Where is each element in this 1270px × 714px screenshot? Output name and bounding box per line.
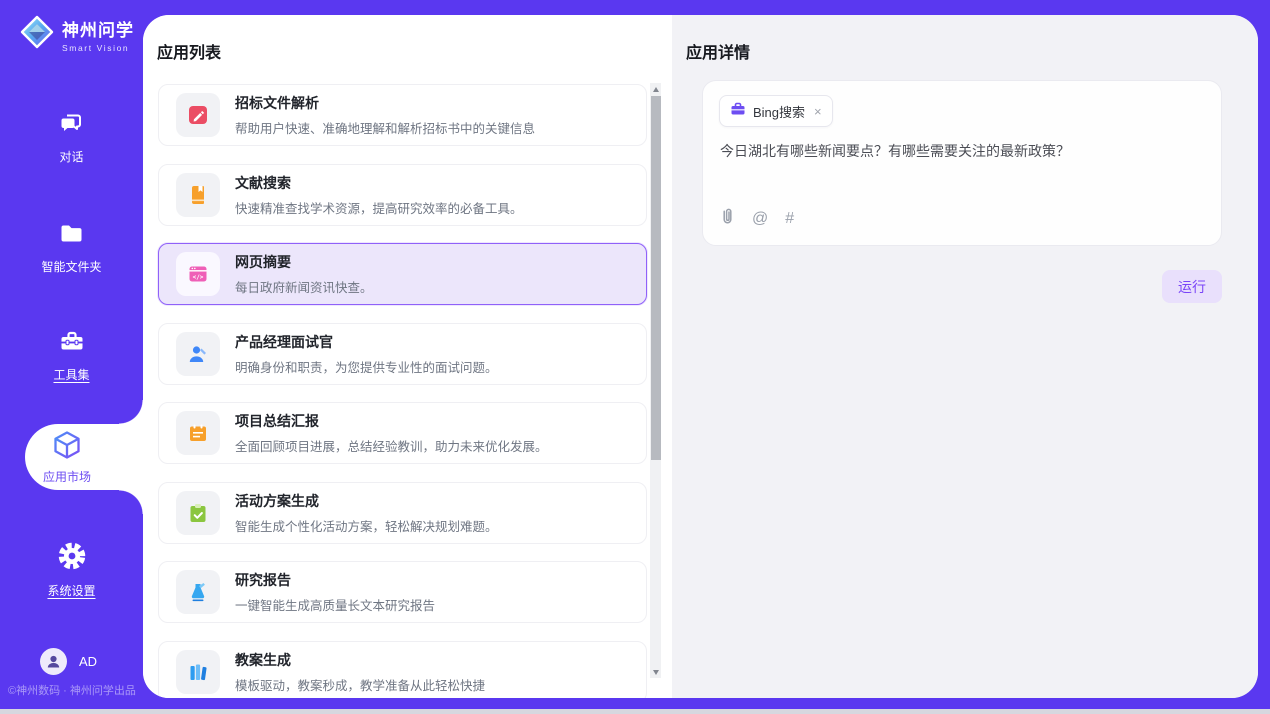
tool-tag-label: Bing搜索 [753, 102, 805, 121]
app-description: 智能生成个性化活动方案，轻松解决规划难题。 [235, 516, 498, 535]
window-bottom-edge [0, 709, 1270, 714]
app-description: 一键智能生成高质量长文本研究报告 [235, 595, 435, 614]
app-list-panel: 应用列表 招标文件解析 帮助用户快速、准确地理解和解析招标书中的关键信息 [143, 15, 672, 698]
app-title: 研究报告 [235, 570, 435, 590]
interviewer-icon [176, 332, 220, 376]
sidebar-item-label: 系统设置 [47, 582, 95, 599]
app-list-scrollbar[interactable] [650, 83, 661, 678]
sidebar-item-settings[interactable]: 系统设置 [0, 541, 143, 599]
hash-icon[interactable]: # [785, 210, 794, 228]
app-description: 模板驱动，教案秒成，教学准备从此轻松快捷 [235, 675, 485, 694]
app-description: 快速精准查找学术资源，提高研究效率的必备工具。 [235, 198, 523, 217]
app-detail-panel: 应用详情 Bing搜索 × 今日湖北有哪些新闻要点？有哪些需要关注的最新政策？ [672, 15, 1258, 698]
sidebar-item-smart-folder[interactable]: 智能文件夹 [0, 220, 143, 275]
run-button[interactable]: 运行 [1162, 270, 1222, 303]
selected-tab-curve-bottom [119, 490, 143, 514]
sidebar-item-label: 智能文件夹 [41, 258, 101, 275]
sidebar-item-toolset[interactable]: 工具集 [0, 328, 143, 383]
app-title: 文献搜索 [235, 173, 523, 193]
sidebar-item-label: 应用市场 [43, 468, 91, 485]
tool-tag-bing-search[interactable]: Bing搜索 × [719, 95, 833, 127]
folder-icon [58, 220, 85, 252]
sidebar-item-app-market[interactable]: 应用市场 [25, 424, 143, 490]
clipboard-check-icon [176, 491, 220, 535]
cube-icon [52, 429, 82, 465]
app-title: 教案生成 [235, 650, 485, 670]
question-input[interactable]: 今日湖北有哪些新闻要点？有哪些需要关注的最新政策？ [720, 141, 1206, 161]
ink-report-icon [176, 570, 220, 614]
sidebar-item-chat[interactable]: 对话 [0, 110, 143, 165]
app-window: { "colors": { "brand_purple": "#5a38f0",… [0, 0, 1270, 714]
at-icon[interactable]: @ [752, 210, 768, 228]
scroll-up-icon [653, 87, 659, 92]
app-title: 网页摘要 [235, 252, 373, 272]
app-card-project-summary[interactable]: 项目总结汇报 全面回顾项目进展，总结经验教训，助力未来优化发展。 [158, 402, 647, 464]
briefcase-icon [730, 101, 746, 122]
app-description: 每日政府新闻资讯快查。 [235, 277, 373, 296]
scroll-up-button[interactable] [650, 83, 661, 95]
user-avatar-icon [40, 648, 67, 675]
sidebar-item-label: 工具集 [53, 366, 89, 383]
logo-title: 神州问学 [62, 16, 134, 41]
content-area: 应用列表 招标文件解析 帮助用户快速、准确地理解和解析招标书中的关键信息 [143, 15, 1258, 698]
app-card-literature-search[interactable]: 文献搜索 快速精准查找学术资源，提高研究效率的必备工具。 [158, 164, 647, 226]
app-logo: 神州问学 Smart Vision [18, 13, 134, 56]
app-card-pm-interviewer[interactable]: 产品经理面试官 明确身份和职责，为您提供专业性的面试问题。 [158, 323, 647, 385]
books-icon [176, 650, 220, 694]
app-title: 项目总结汇报 [235, 411, 548, 431]
app-description: 明确身份和职责，为您提供专业性的面试问题。 [235, 357, 498, 376]
user-name: AD [79, 654, 97, 669]
app-card-lesson-plan[interactable]: 教案生成 模板驱动，教案秒成，教学准备从此轻松快捷 [158, 641, 647, 699]
svg-text:</>: </> [193, 274, 204, 281]
sidebar-item-label: 对话 [59, 148, 83, 165]
app-card-list: 招标文件解析 帮助用户快速、准确地理解和解析招标书中的关键信息 文献搜索 快速精… [158, 84, 647, 698]
toolbox-icon [58, 328, 86, 360]
scroll-down-button[interactable] [650, 666, 661, 678]
chat-icon [58, 110, 85, 142]
webpage-icon: </> [176, 252, 220, 296]
app-description: 帮助用户快速、准确地理解和解析招标书中的关键信息 [235, 118, 535, 137]
app-card-research-report[interactable]: 研究报告 一键智能生成高质量长文本研究报告 [158, 561, 647, 623]
bid-document-icon [176, 93, 220, 137]
book-icon [176, 173, 220, 217]
app-card-webpage-summary[interactable]: </> 网页摘要 每日政府新闻资讯快查。 [158, 243, 647, 305]
sidebar: 神州问学 Smart Vision 对话 智能文件夹 [0, 0, 143, 709]
app-description: 全面回顾项目进展，总结经验教训，助力未来优化发展。 [235, 436, 548, 455]
selected-tab-curve-top [119, 400, 143, 424]
user-account[interactable]: AD [40, 648, 97, 675]
diamond-logo-icon [18, 13, 56, 56]
prompt-card: Bing搜索 × 今日湖北有哪些新闻要点？有哪些需要关注的最新政策？ @ # [702, 80, 1222, 246]
paperclip-icon[interactable] [720, 207, 735, 230]
gear-icon [57, 541, 87, 576]
app-title: 招标文件解析 [235, 93, 535, 113]
app-title: 产品经理面试官 [235, 332, 498, 352]
scrollbar-thumb[interactable] [651, 96, 661, 460]
copyright-text: ©神州数码 · 神州问学出品 [8, 682, 136, 698]
scroll-down-icon [653, 670, 659, 675]
calendar-icon [176, 411, 220, 455]
app-card-activity-plan[interactable]: 活动方案生成 智能生成个性化活动方案，轻松解决规划难题。 [158, 482, 647, 544]
logo-subtitle: Smart Vision [62, 43, 134, 53]
app-detail-title: 应用详情 [686, 39, 750, 63]
app-list-title: 应用列表 [157, 39, 221, 63]
close-icon[interactable]: × [814, 104, 822, 119]
app-card-bid-analysis[interactable]: 招标文件解析 帮助用户快速、准确地理解和解析招标书中的关键信息 [158, 84, 647, 146]
app-title: 活动方案生成 [235, 491, 498, 511]
input-toolbar: @ # [720, 207, 794, 230]
